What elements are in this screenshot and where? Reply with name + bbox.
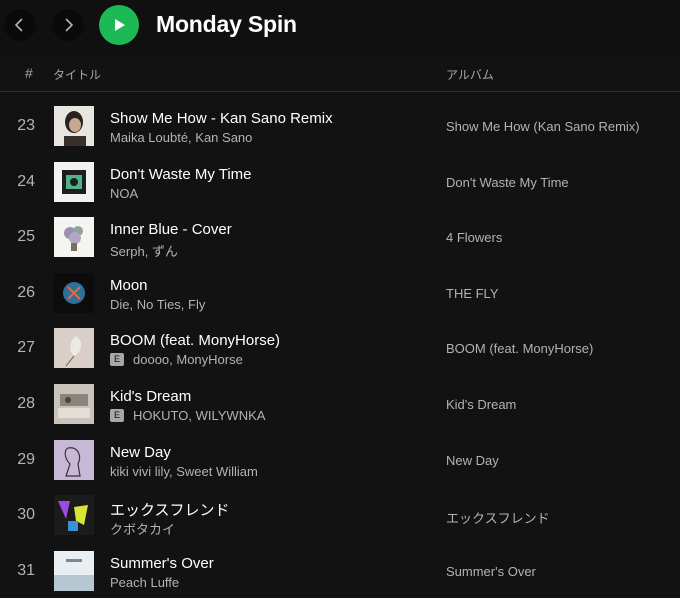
chevron-left-icon xyxy=(14,18,23,32)
album-art xyxy=(54,383,94,424)
column-number-header[interactable]: # xyxy=(25,65,33,81)
track-artists[interactable]: HOKUTO, WILYWNKA xyxy=(133,408,265,423)
track-row[interactable]: 24 Don't Waste My Time NOA Don't Waste M… xyxy=(0,154,680,210)
track-number: 27 xyxy=(17,339,35,357)
track-number: 28 xyxy=(17,394,35,412)
track-artists-line: NOA xyxy=(110,186,138,201)
track-artists[interactable]: Serph, ずん xyxy=(110,241,178,260)
track-number: 23 xyxy=(17,117,35,134)
back-button[interactable] xyxy=(4,9,36,41)
forward-button[interactable] xyxy=(52,9,84,41)
track-number: 26 xyxy=(17,283,35,301)
track-row[interactable]: 27 BOOM (feat. MonyHorse) E doooo, MonyH… xyxy=(0,320,680,376)
column-album-header[interactable]: アルバム xyxy=(446,66,494,83)
track-album[interactable]: エックスフレンド xyxy=(446,508,550,527)
explicit-badge: E xyxy=(110,408,124,422)
track-artists[interactable]: Die, No Ties, Fly xyxy=(110,297,205,312)
album-art xyxy=(54,161,94,202)
track-row[interactable]: 30 エックスフレンド クボタカイ エックスフレンド xyxy=(0,487,680,543)
track-album[interactable]: Kid's Dream xyxy=(446,397,516,412)
album-art xyxy=(54,495,94,536)
album-art xyxy=(54,217,94,258)
track-row[interactable]: 29 New Day kiki vivi lily, Sweet William… xyxy=(0,432,680,488)
track-row[interactable]: 28 Kid's Dream E HOKUTO, WILYWNKA Kid's … xyxy=(0,376,680,432)
track-number: 25 xyxy=(17,228,35,246)
track-list: 23 Show Me How - Kan Sano Remix Maika Lo… xyxy=(0,98,680,598)
album-art xyxy=(54,328,94,369)
track-title[interactable]: Don't Waste My Time xyxy=(110,166,252,183)
track-album[interactable]: BOOM (feat. MonyHorse) xyxy=(446,341,593,356)
track-title[interactable]: Show Me How - Kan Sano Remix xyxy=(110,110,333,127)
track-artists-line: E doooo, MonyHorse xyxy=(110,352,243,367)
column-title-header[interactable]: タイトル xyxy=(53,66,101,83)
track-artists-line: Maika Loubté, Kan Sano xyxy=(110,130,252,145)
track-title[interactable]: Moon xyxy=(110,277,148,294)
track-title[interactable]: Kid's Dream xyxy=(110,388,191,405)
track-artists[interactable]: doooo, MonyHorse xyxy=(133,352,243,367)
track-artists[interactable]: Maika Loubté, Kan Sano xyxy=(110,130,252,145)
album-art xyxy=(54,439,94,480)
play-icon xyxy=(115,19,125,31)
column-header: # タイトル アルバム xyxy=(0,54,680,92)
track-artists[interactable]: Peach Luffe xyxy=(110,575,179,590)
album-art xyxy=(54,272,94,313)
track-artists-line: Serph, ずん xyxy=(110,241,178,260)
track-artists-line: クボタカイ xyxy=(110,519,175,538)
track-album[interactable]: 4 Flowers xyxy=(446,230,502,245)
track-artists[interactable]: NOA xyxy=(110,186,138,201)
track-album[interactable]: Summer's Over xyxy=(446,564,536,579)
track-artists[interactable]: kiki vivi lily, Sweet William xyxy=(110,464,258,479)
track-title[interactable]: エックスフレンド xyxy=(110,499,230,520)
track-album[interactable]: Show Me How (Kan Sano Remix) xyxy=(446,119,640,134)
track-album[interactable]: New Day xyxy=(446,453,499,468)
track-row[interactable]: 26 Moon Die, No Ties, Fly THE FLY xyxy=(0,265,680,321)
track-number: 29 xyxy=(17,450,35,468)
track-title[interactable]: Inner Blue - Cover xyxy=(110,221,232,238)
track-artists-line: E HOKUTO, WILYWNKA xyxy=(110,408,265,423)
track-number: 24 xyxy=(17,172,35,190)
track-row[interactable]: 23 Show Me How - Kan Sano Remix Maika Lo… xyxy=(0,98,680,154)
top-bar: Monday Spin xyxy=(0,0,680,54)
play-button[interactable] xyxy=(99,5,139,45)
track-artists-line: Die, No Ties, Fly xyxy=(110,297,205,312)
track-title[interactable]: New Day xyxy=(110,444,171,461)
track-number: 31 xyxy=(17,561,35,579)
track-artists-line: kiki vivi lily, Sweet William xyxy=(110,464,258,479)
explicit-badge: E xyxy=(110,353,124,367)
track-row[interactable]: 31 Summer's Over Peach Luffe Summer's Ov… xyxy=(0,543,680,598)
chevron-right-icon xyxy=(65,18,74,32)
track-artists-line: Peach Luffe xyxy=(110,575,179,590)
track-number: 30 xyxy=(17,506,35,524)
track-album[interactable]: THE FLY xyxy=(446,286,499,301)
track-title[interactable]: Summer's Over xyxy=(110,555,214,572)
album-art xyxy=(54,106,94,146)
track-artists[interactable]: クボタカイ xyxy=(110,519,175,538)
track-title[interactable]: BOOM (feat. MonyHorse) xyxy=(110,332,280,349)
track-album[interactable]: Don't Waste My Time xyxy=(446,175,569,190)
track-row[interactable]: 25 Inner Blue - Cover Serph, ずん 4 Flower… xyxy=(0,209,680,265)
playlist-title: Monday Spin xyxy=(156,11,297,37)
album-art xyxy=(54,550,94,591)
